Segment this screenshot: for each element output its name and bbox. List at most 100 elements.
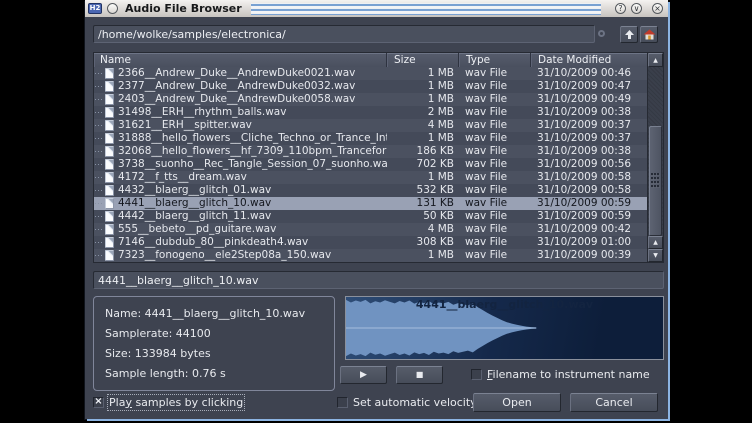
open-button[interactable]: Open <box>473 393 561 412</box>
close-button[interactable]: × <box>652 3 663 14</box>
shade-button[interactable]: ∨ <box>631 3 642 14</box>
scrollbar-thumb[interactable] <box>649 126 662 236</box>
table-row[interactable]: 7146__dubdub_80__pinkdeath4.wav 308 KB w… <box>94 236 647 249</box>
sticky-button[interactable] <box>107 3 118 14</box>
filename-input[interactable] <box>93 271 664 289</box>
home-button[interactable] <box>640 26 658 43</box>
file-icon <box>105 211 114 222</box>
info-length: Sample length: 0.76 s <box>105 367 323 380</box>
table-row[interactable]: 2366__Andrew_Duke__AndrewDuke0021.wav 1 … <box>94 67 647 80</box>
file-date-cell: 31/10/2009 00:37 <box>531 132 647 145</box>
file-size-cell: 1 MB <box>387 67 459 80</box>
file-name: 3738__suonho__Rec_Tangle_Session_07_suon… <box>118 158 387 171</box>
table-row[interactable]: 4432__blaerg__glitch_01.wav 532 KB wav F… <box>94 184 647 197</box>
column-header-date[interactable]: Date Modified <box>531 53 647 67</box>
list-header: Name Size Type Date Modified <box>94 53 647 67</box>
column-header-name[interactable]: Name <box>94 53 387 67</box>
table-row[interactable]: 31888__hello_flowers__Cliche_Techno_or_T… <box>94 132 647 145</box>
file-date-cell: 31/10/2009 00:38 <box>531 145 647 158</box>
file-name: 4432__blaerg__glitch_01.wav <box>118 184 271 197</box>
file-icon <box>105 120 114 131</box>
file-name: 2403__Andrew_Duke__AndrewDuke0058.wav <box>118 93 355 106</box>
column-header-size[interactable]: Size <box>387 53 459 67</box>
file-type-cell: wav File <box>459 67 531 80</box>
table-row[interactable]: 7323__fonogeno__ele2Step08a_150.wav 1 MB… <box>94 249 647 262</box>
stop-button[interactable]: ■ <box>396 366 443 384</box>
tree-branch-icon <box>94 210 105 223</box>
sample-info-panel: Name: 4441__blaerg__glitch_10.wav Sample… <box>93 296 335 391</box>
file-size-cell: 4 MB <box>387 223 459 236</box>
tree-branch-icon <box>94 106 105 119</box>
table-row[interactable]: 2377__Andrew_Duke__AndrewDuke0032.wav 1 … <box>94 80 647 93</box>
table-row[interactable]: 555__bebeto__pd_guitare.wav 4 MB wav Fil… <box>94 223 647 236</box>
help-button[interactable]: ? <box>615 3 626 14</box>
table-row[interactable]: 4442__blaerg__glitch_11.wav 50 KB wav Fi… <box>94 210 647 223</box>
file-size-cell: 186 KB <box>387 145 459 158</box>
file-name: 4442__blaerg__glitch_11.wav <box>118 210 271 223</box>
file-name: 2366__Andrew_Duke__AndrewDuke0021.wav <box>118 67 355 80</box>
file-name-cell: 7323__fonogeno__ele2Step08a_150.wav <box>94 249 387 262</box>
file-name-cell: 3738__suonho__Rec_Tangle_Session_07_suon… <box>94 158 387 171</box>
file-date-cell: 31/10/2009 01:00 <box>531 236 647 249</box>
cancel-button[interactable]: Cancel <box>570 393 658 412</box>
waveform-preview: 4441__blaerg__glitch_10.wav <box>345 296 664 360</box>
file-size-cell: 702 KB <box>387 158 459 171</box>
file-date-cell: 31/10/2009 00:59 <box>531 210 647 223</box>
scroll-up-button[interactable]: ▲ <box>648 236 663 249</box>
file-size-cell: 131 KB <box>387 197 459 210</box>
file-type-cell: wav File <box>459 223 531 236</box>
play-button[interactable]: ▶ <box>340 366 387 384</box>
up-directory-button[interactable] <box>620 26 638 43</box>
checkbox-label: Set automatic velocity <box>353 396 477 409</box>
file-icon <box>105 68 114 79</box>
checkbox-box-checked[interactable]: × <box>93 397 104 408</box>
file-icon <box>105 146 114 157</box>
checkbox-label: Filename to instrument name <box>487 368 650 381</box>
table-row[interactable]: 2403__Andrew_Duke__AndrewDuke0058.wav 1 … <box>94 93 647 106</box>
table-row[interactable]: 31498__ERH__rhythm_balls.wav 2 MB wav Fi… <box>94 106 647 119</box>
tree-branch-icon <box>94 119 105 132</box>
file-icon <box>105 185 114 196</box>
file-date-cell: 31/10/2009 00:59 <box>531 197 647 210</box>
checkbox-box[interactable] <box>337 397 348 408</box>
checkbox-box[interactable] <box>471 369 482 380</box>
table-row[interactable]: 3738__suonho__Rec_Tangle_Session_07_suon… <box>94 158 647 171</box>
file-icon <box>105 198 114 209</box>
file-name-cell: 7146__dubdub_80__pinkdeath4.wav <box>94 236 387 249</box>
scrollbar-track[interactable] <box>648 67 663 236</box>
set-automatic-velocity-checkbox[interactable]: Set automatic velocity <box>337 395 477 409</box>
info-name: Name: 4441__blaerg__glitch_10.wav <box>105 307 323 320</box>
hydrogen-app-icon[interactable]: H2 <box>88 3 102 14</box>
file-size-cell: 50 KB <box>387 210 459 223</box>
scrollbar[interactable]: ▲ ▲ ▼ <box>647 53 663 262</box>
play-samples-checkbox[interactable]: × Play samples by clicking <box>93 395 243 409</box>
file-size-cell: 1 MB <box>387 132 459 145</box>
file-name-cell: 2366__Andrew_Duke__AndrewDuke0021.wav <box>94 67 387 80</box>
file-type-cell: wav File <box>459 119 531 132</box>
checkbox-label: Play samples by clicking <box>109 396 243 409</box>
path-input[interactable] <box>93 25 595 43</box>
file-name-cell: 4172__f_tts__dream.wav <box>94 171 387 184</box>
titlebar-stripes <box>251 3 601 15</box>
titlebar[interactable]: H2 Audio File Browser ? ∨ × <box>85 0 668 17</box>
file-name: 7323__fonogeno__ele2Step08a_150.wav <box>118 249 331 262</box>
file-icon <box>105 224 114 235</box>
file-icon <box>105 159 114 170</box>
filename-to-instrument-checkbox[interactable]: Filename to instrument name <box>471 367 650 381</box>
table-row[interactable]: 31621__ERH__spitter.wav 4 MB wav File 31… <box>94 119 647 132</box>
tree-branch-icon <box>94 171 105 184</box>
scroll-down-button[interactable]: ▼ <box>648 249 663 262</box>
screen: H2 Audio File Browser ? ∨ × <box>0 0 752 423</box>
scroll-up-top-button[interactable]: ▲ <box>648 53 663 67</box>
file-list: Name Size Type Date Modified 2366__Andre… <box>93 52 664 263</box>
file-type-cell: wav File <box>459 184 531 197</box>
file-size-cell: 308 KB <box>387 236 459 249</box>
file-rows: 2366__Andrew_Duke__AndrewDuke0021.wav 1 … <box>94 67 647 262</box>
column-header-type[interactable]: Type <box>459 53 531 67</box>
table-row[interactable]: 4441__blaerg__glitch_10.wav 131 KB wav F… <box>94 197 647 210</box>
file-name: 31621__ERH__spitter.wav <box>118 119 252 132</box>
table-row[interactable]: 4172__f_tts__dream.wav 1 MB wav File 31/… <box>94 171 647 184</box>
file-date-cell: 31/10/2009 00:49 <box>531 93 647 106</box>
table-row[interactable]: 32068__hello_flowers__hf_7309_110bpm_Tra… <box>94 145 647 158</box>
file-icon <box>105 107 114 118</box>
